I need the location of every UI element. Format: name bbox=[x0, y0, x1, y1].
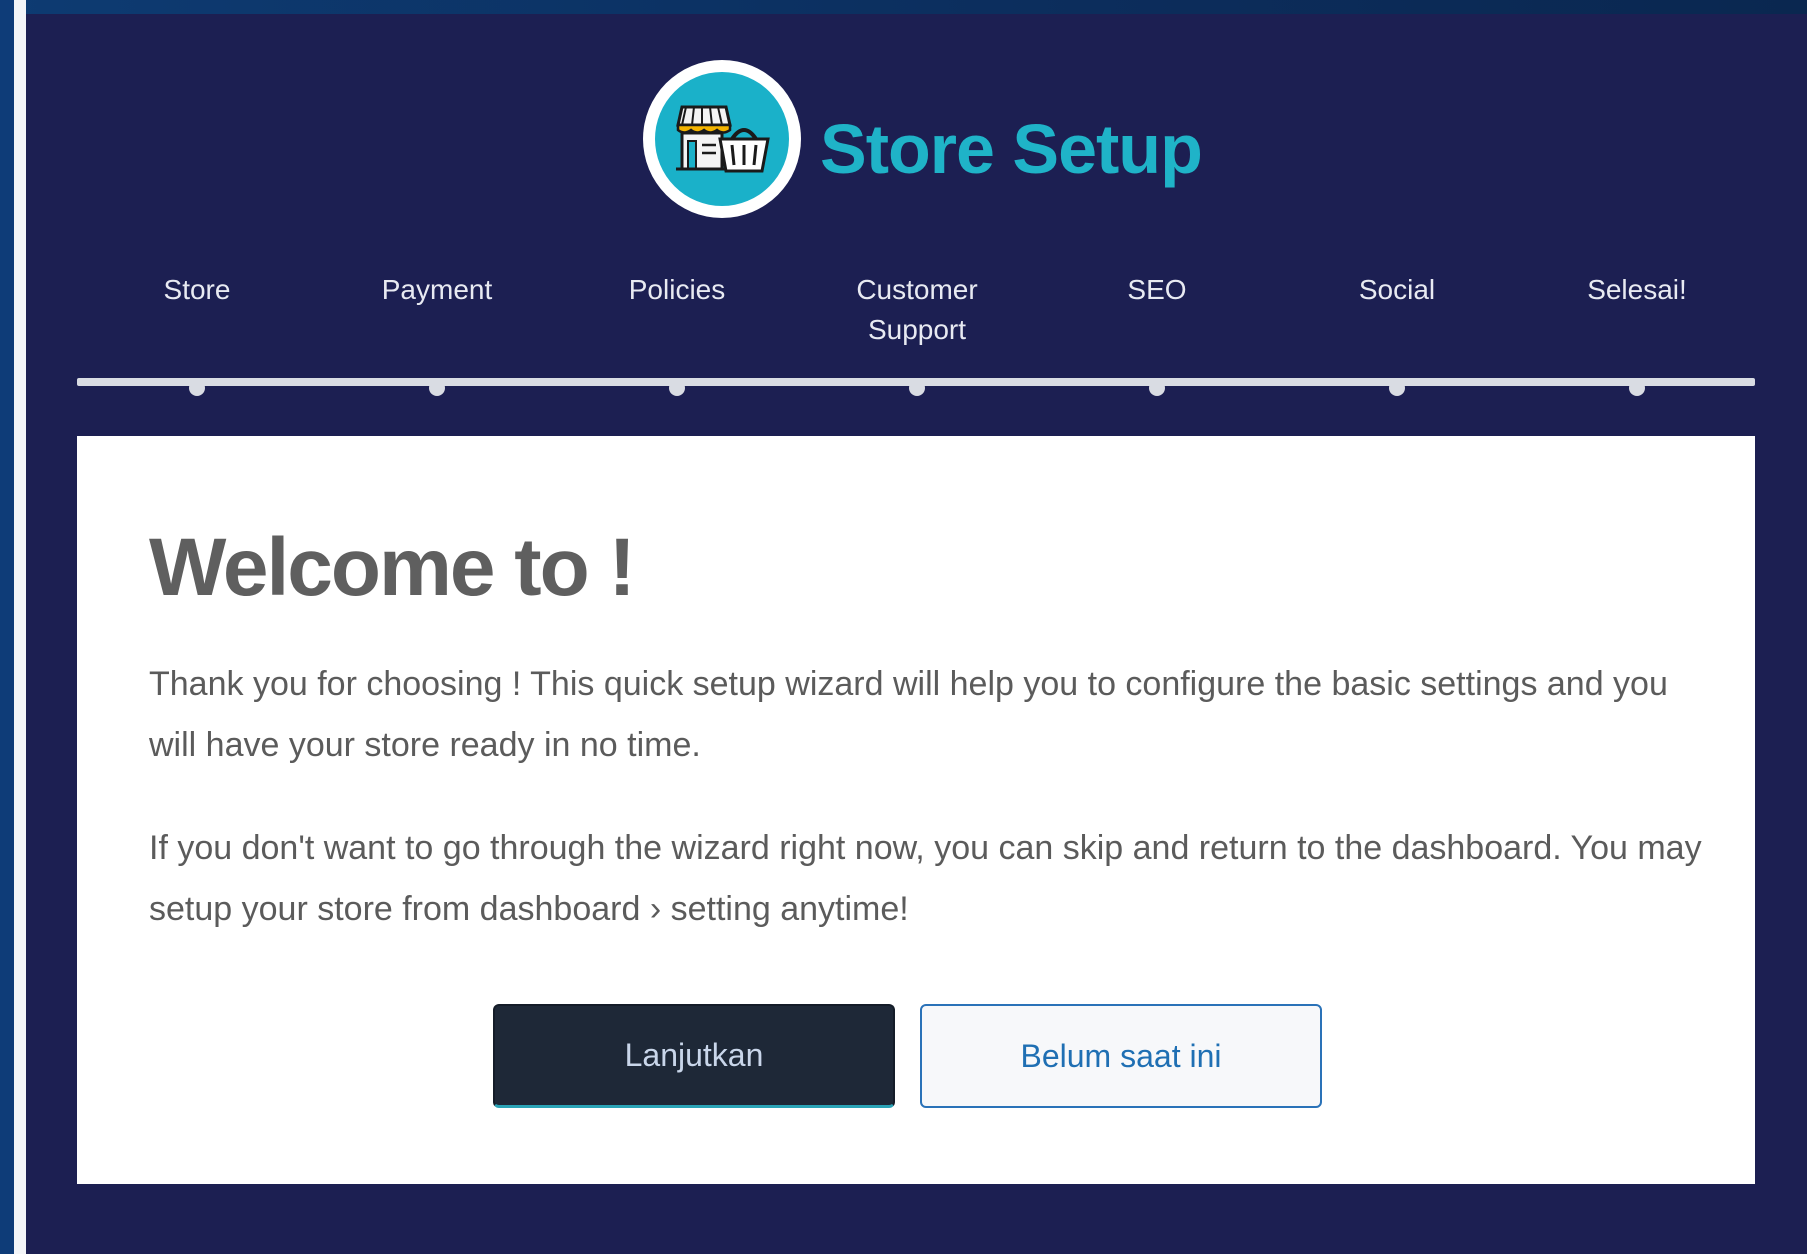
continue-button[interactable]: Lanjutkan bbox=[493, 1004, 895, 1108]
skip-button[interactable]: Belum saat ini bbox=[920, 1004, 1322, 1108]
step-social[interactable]: Social bbox=[1277, 270, 1517, 310]
window-left-border bbox=[14, 0, 26, 1254]
wizard-steps: Store Payment Policies Customer Support … bbox=[77, 270, 1755, 400]
step-dot bbox=[189, 380, 205, 396]
step-payment[interactable]: Payment bbox=[317, 270, 557, 310]
step-dot bbox=[909, 380, 925, 396]
content-card: Welcome to ! Thank you for choosing ! Th… bbox=[77, 436, 1755, 1184]
skip-info-paragraph: If you don't want to go through the wiza… bbox=[149, 829, 1702, 928]
step-policies[interactable]: Policies bbox=[557, 270, 797, 310]
step-selesai[interactable]: Selesai! bbox=[1517, 270, 1757, 310]
window-top-edge bbox=[0, 0, 1807, 14]
app-title: Store Setup bbox=[820, 110, 1203, 188]
storefront-basket-icon bbox=[655, 72, 789, 206]
step-store[interactable]: Store bbox=[77, 270, 317, 310]
intro-paragraph: Thank you for choosing ! This quick setu… bbox=[149, 665, 1668, 764]
step-customer-support[interactable]: Customer Support bbox=[817, 270, 1017, 350]
window-left-edge bbox=[0, 0, 14, 1254]
step-dot bbox=[429, 380, 445, 396]
step-seo[interactable]: SEO bbox=[1037, 270, 1277, 310]
step-dot bbox=[1149, 380, 1165, 396]
step-dot bbox=[1389, 380, 1405, 396]
store-logo bbox=[643, 60, 801, 218]
setup-wizard-page: Store Setup Store Payment Policies Custo… bbox=[0, 0, 1807, 1254]
page-title: Welcome to ! bbox=[149, 522, 636, 613]
step-dot bbox=[669, 380, 685, 396]
step-dot bbox=[1629, 380, 1645, 396]
